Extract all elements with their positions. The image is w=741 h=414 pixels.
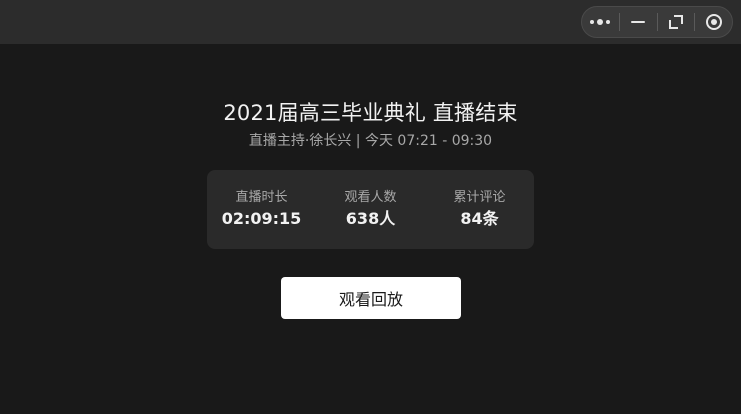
- live-title: 2021届高三毕业典礼 直播结束: [223, 101, 518, 125]
- stat-label: 直播时长: [235, 190, 288, 205]
- live-stats-card: 直播时长 02:09:15 观看人数 638人 累计评论 84条: [207, 170, 534, 249]
- live-subtitle: 直播主持·徐长兴 | 今天 07:21 - 09:30: [248, 133, 493, 149]
- mini-program-capsule: [581, 6, 733, 38]
- close-target-icon: [705, 14, 722, 30]
- stat-viewers: 观看人数 638人: [316, 170, 425, 249]
- more-dots-icon: [590, 19, 611, 25]
- stat-value: 84条: [460, 209, 499, 228]
- stat-label: 观看人数: [344, 190, 397, 205]
- watch-replay-button[interactable]: 观看回放: [281, 277, 461, 319]
- stat-label: 累计评论: [453, 190, 506, 205]
- more-button[interactable]: [582, 7, 619, 37]
- stat-duration: 直播时长 02:09:15: [207, 170, 316, 249]
- minimize-button[interactable]: [620, 7, 657, 37]
- top-bar: [0, 0, 741, 44]
- close-button[interactable]: [695, 7, 732, 37]
- float-window-icon: [668, 15, 683, 29]
- stat-value: 638人: [345, 209, 396, 228]
- stat-comments: 累计评论 84条: [425, 170, 534, 249]
- float-window-button[interactable]: [658, 7, 695, 37]
- stat-value: 02:09:15: [221, 209, 302, 228]
- minimize-icon: [631, 21, 646, 23]
